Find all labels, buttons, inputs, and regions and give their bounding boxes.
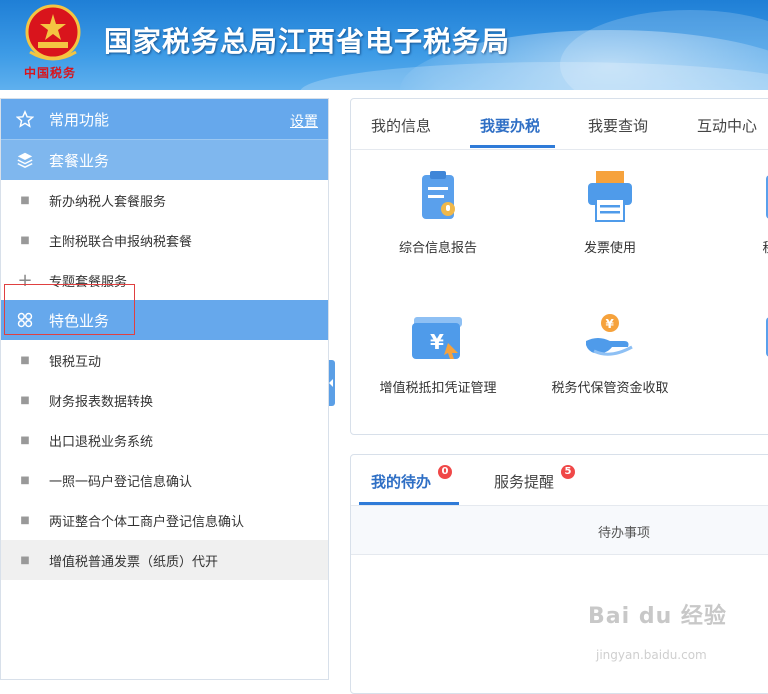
bullet-icon: ■ <box>20 554 30 566</box>
yen-card-icon: ¥ <box>412 317 462 359</box>
settings-link[interactable]: 设置 <box>290 111 318 131</box>
reminder-count-badge: 5 <box>561 465 575 479</box>
declaration-icon <box>766 175 768 219</box>
layers-icon <box>1 151 49 169</box>
sidebar-item-expandable[interactable]: + 专题套餐服务 <box>1 260 328 300</box>
func-vat-deduction[interactable]: ¥ 增值税抵扣凭证管理 <box>363 307 513 396</box>
func-label: 税务代保管资金收取 <box>551 381 669 396</box>
sidebar-item-label: 出口退税业务系统 <box>49 434 154 450</box>
sidebar-item[interactable]: ■ 出口退税业务系统 <box>1 420 328 460</box>
sidebar-item-label: 专题套餐服务 <box>49 274 128 290</box>
bullet-icon: ■ <box>20 434 30 446</box>
sidebar-item-label: 一照一码户登记信息确认 <box>49 474 193 490</box>
sidebar-package-business[interactable]: 套餐业务 <box>1 139 328 180</box>
svg-text:¥: ¥ <box>430 330 444 354</box>
site-header: 中国税务 国家税务总局江西省电子税务局 <box>0 0 768 90</box>
sidebar-special-label: 特色业务 <box>49 311 110 330</box>
bullet-icon: ■ <box>20 354 30 366</box>
plus-icon: + <box>17 269 33 291</box>
sidebar-special-business[interactable]: 特色业务 <box>1 300 328 340</box>
sidebar-item[interactable]: ■ 两证整合个体工商户登记信息确认 <box>1 500 328 540</box>
calendar-icon <box>766 317 768 357</box>
func-label: 增值税抵扣凭证管理 <box>379 381 497 396</box>
func-invoice-use[interactable]: 发票使用 <box>535 167 685 256</box>
tab-tax-handling[interactable]: 我要办税 <box>480 115 540 136</box>
brand-script-logo: 中国税务 <box>24 66 77 80</box>
sidebar-item[interactable]: ■ 主附税联合申报纳税套餐 <box>1 220 328 260</box>
sidebar-item[interactable]: ■ 财务报表数据转换 <box>1 380 328 420</box>
tab-service-reminder[interactable]: 服务提醒 <box>494 471 554 492</box>
tab-my-todo[interactable]: 我的待办 <box>371 471 431 492</box>
sidebar-item-label: 财务报表数据转换 <box>49 394 154 410</box>
func-appointment[interactable]: 预约 <box>707 307 768 396</box>
column-header-todo-items: 待办事项 <box>598 526 651 541</box>
tab-interaction-center[interactable]: 互动中心 <box>697 115 757 136</box>
sidebar-item-label: 增值税普通发票（纸质）代开 <box>49 554 219 570</box>
printer-icon <box>588 171 632 222</box>
func-label: 发票使用 <box>583 241 636 256</box>
bullet-icon: ■ <box>20 234 30 246</box>
sidebar-collapse-handle[interactable] <box>329 360 335 406</box>
func-comprehensive-report[interactable]: 综合信息报告 <box>363 167 513 256</box>
sidebar-common-functions[interactable]: 常用功能 设置 <box>1 99 328 139</box>
header-decoration <box>300 62 768 90</box>
sidebar-item-active[interactable]: ■ 增值税普通发票（纸质）代开 <box>1 540 328 580</box>
sidebar-item[interactable]: ■ 银税互动 <box>1 340 328 380</box>
bullet-icon: ■ <box>20 474 30 486</box>
hand-coin-icon: ¥ <box>586 314 633 356</box>
report-clipboard-icon <box>422 171 455 219</box>
baidu-watermark: Bai du 经验 <box>588 604 727 629</box>
grid-icon <box>1 311 49 329</box>
func-custody-funds[interactable]: ¥ 税务代保管资金收取 <box>535 307 685 396</box>
baidu-watermark-url: jingyan.baidu.com <box>596 648 707 662</box>
sidebar-item-label: 主附税联合申报纳税套餐 <box>49 234 193 250</box>
service-tabs: 我的信息 我要办税 我要查询 互动中心 <box>351 99 768 150</box>
func-tax-declaration[interactable]: 税费申 <box>707 167 768 256</box>
func-label: 综合信息报告 <box>398 241 477 256</box>
tab-query[interactable]: 我要查询 <box>588 115 648 136</box>
sidebar-common-label: 常用功能 <box>49 110 110 129</box>
bullet-icon: ■ <box>20 514 30 526</box>
sidebar-item-label: 银税互动 <box>49 354 102 370</box>
todo-count-badge: 0 <box>438 465 452 479</box>
func-label: 税费申 <box>707 237 768 256</box>
site-title: 国家税务总局江西省电子税务局 <box>104 26 511 57</box>
star-icon <box>1 110 49 128</box>
bullet-icon: ■ <box>20 194 30 206</box>
tab-my-info[interactable]: 我的信息 <box>371 115 431 136</box>
sidebar-package-label: 套餐业务 <box>49 151 110 170</box>
todo-table-header: 待办事项 <box>351 505 768 555</box>
func-label: 预约 <box>707 377 768 396</box>
sidebar-item[interactable]: ■ 新办纳税人套餐服务 <box>1 180 328 220</box>
sidebar-item[interactable]: ■ 一照一码户登记信息确认 <box>1 460 328 500</box>
tax-emblem-icon <box>25 4 81 61</box>
tax-services-panel: 我的信息 我要办税 我要查询 互动中心 综合信息报告 发票使用 ¥ 增值税抵扣凭… <box>350 98 768 435</box>
sidebar-item-label: 两证整合个体工商户登记信息确认 <box>49 514 245 530</box>
sidebar-item-label: 新办纳税人套餐服务 <box>49 194 167 210</box>
active-tab-indicator <box>470 145 555 148</box>
sidebar: 常用功能 设置 套餐业务 ■ 新办纳税人套餐服务 ■ 主附税联合申报纳税套餐 +… <box>0 98 329 680</box>
svg-text:¥: ¥ <box>606 317 615 331</box>
bullet-icon: ■ <box>20 394 30 406</box>
